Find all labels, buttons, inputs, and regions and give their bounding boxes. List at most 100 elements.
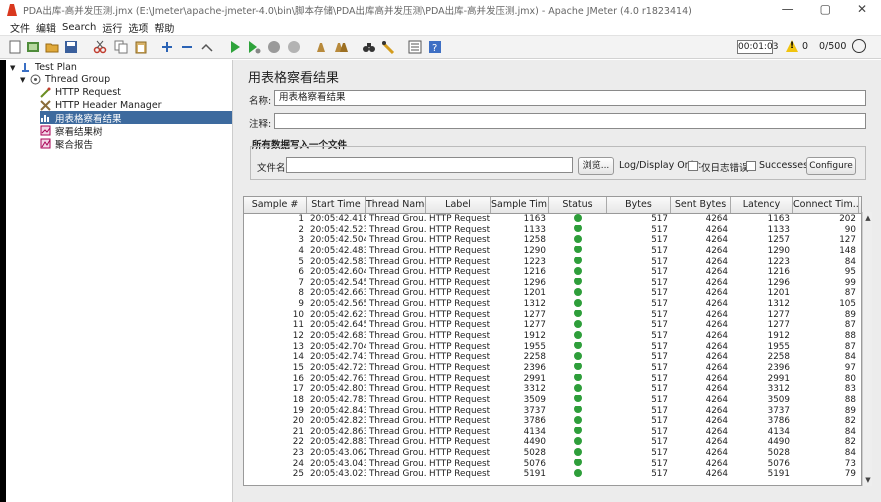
tree-item-aggregate-report[interactable]: 聚合报告 <box>40 137 93 151</box>
table-cell: 4264 <box>705 341 728 352</box>
table-row[interactable]: 8 20:05:42.663 Thread Grou... HTTP Request 1… <box>244 288 861 299</box>
successes-checkbox[interactable] <box>746 161 756 171</box>
table-row[interactable]: 16 20:05:42.763 Thread Grou... HTTP Request… <box>244 373 861 385</box>
menu-run[interactable]: 运行 <box>102 20 122 35</box>
start-icon[interactable] <box>228 40 242 54</box>
table-row[interactable]: 21 20:05:42.863 Thread Grou... HTTP Request… <box>244 426 861 438</box>
status-cell <box>549 416 607 427</box>
errors-only-checkbox[interactable] <box>688 161 698 171</box>
tree-item-thread-group[interactable]: ▼ Thread Group <box>20 73 110 86</box>
tree-item-table-results[interactable]: 用表格察看结果 <box>40 111 232 125</box>
comment-field[interactable] <box>274 113 866 129</box>
split-pane-divider[interactable] <box>232 60 240 502</box>
scroll-down-icon[interactable]: ▼ <box>864 476 872 484</box>
table-row[interactable]: 5 20:05:42.583 Thread Grou... HTTP Request 1… <box>244 256 861 268</box>
tree-toggle-icon[interactable]: ▼ <box>10 64 20 72</box>
tree-toggle-icon[interactable]: ▼ <box>20 76 30 84</box>
table-cell: 20:05:42.763 <box>310 373 366 384</box>
column-header[interactable]: Sample # <box>244 197 307 213</box>
table-scrollbar[interactable]: ▲ ▼ <box>862 212 872 486</box>
table-row[interactable]: 14 20:05:42.743 Thread Grou... HTTP Request… <box>244 352 861 363</box>
panel-title: 用表格察看结果 <box>248 71 340 86</box>
menu-file[interactable]: 文件 <box>10 20 30 35</box>
table-cell: 2991 <box>767 373 790 384</box>
column-header[interactable]: Sent Bytes <box>671 197 731 213</box>
clear-icon[interactable] <box>314 40 328 54</box>
table-row[interactable]: 25 20:05:43.023 Thread Grou... HTTP Request… <box>244 469 861 480</box>
table-cell: Thread Grou... <box>369 426 426 437</box>
table-row[interactable]: 1 20:05:42.418 Thread Grou... HTTP Request 1… <box>244 214 861 225</box>
toggle-icon[interactable] <box>200 40 214 54</box>
column-header[interactable]: Thread Name <box>366 197 426 213</box>
menu-help[interactable]: 帮助 <box>154 20 174 35</box>
table-row[interactable]: 7 20:05:42.545 Thread Grou... HTTP Request 1… <box>244 277 861 289</box>
table-row[interactable]: 10 20:05:42.623 Thread Grou... HTTP Request… <box>244 309 861 321</box>
status-cell <box>549 214 607 225</box>
table-cell: HTTP Request <box>429 277 491 288</box>
shutdown-icon[interactable] <box>287 40 301 54</box>
configure-button[interactable]: Configure <box>806 157 856 175</box>
table-row[interactable]: 24 20:05:43.043 Thread Grou... HTTP Request… <box>244 458 861 470</box>
copy-icon[interactable] <box>114 40 128 54</box>
table-cell: 517 <box>651 267 668 278</box>
column-header[interactable]: Label <box>426 197 491 213</box>
stop-icon[interactable] <box>267 40 281 54</box>
collapse-all-icon[interactable] <box>180 40 194 54</box>
tree-label: Thread Group <box>45 74 111 85</box>
tree-item-http-request[interactable]: HTTP Request <box>40 86 121 99</box>
start-no-pauses-icon[interactable] <box>247 40 261 54</box>
table-row[interactable]: 2 20:05:42.523 Thread Grou... HTTP Request 1… <box>244 224 861 236</box>
column-header[interactable]: Bytes <box>607 197 671 213</box>
templates-icon[interactable] <box>26 40 40 54</box>
minimize-button[interactable]: — <box>782 2 794 16</box>
save-icon[interactable] <box>64 40 78 54</box>
clear-all-icon[interactable] <box>334 40 348 54</box>
table-row[interactable]: 4 20:05:42.483 Thread Grou... HTTP Request 1… <box>244 245 861 257</box>
table-row[interactable]: 6 20:05:42.604 Thread Grou... HTTP Request 1… <box>244 267 861 278</box>
table-row[interactable]: 3 20:05:42.504 Thread Grou... HTTP Request 1… <box>244 235 861 246</box>
open-folder-icon[interactable] <box>45 40 59 54</box>
maximize-button[interactable]: ▢ <box>820 2 831 16</box>
table-cell: 517 <box>651 405 668 416</box>
column-header[interactable]: Sample Tim... <box>491 197 549 213</box>
help-icon[interactable]: ? <box>428 40 442 54</box>
table-cell: 1258 <box>523 235 546 246</box>
close-button[interactable]: ✕ <box>857 2 867 16</box>
column-header[interactable]: Latency <box>731 197 793 213</box>
browse-button[interactable]: 浏览... <box>578 157 614 175</box>
menu-options[interactable]: 选项 <box>128 20 148 35</box>
table-row[interactable]: 15 20:05:42.723 Thread Grou... HTTP Request… <box>244 362 861 374</box>
table-row[interactable]: 22 20:05:42.883 Thread Grou... HTTP Request… <box>244 437 861 448</box>
table-cell: HTTP Request <box>429 245 491 256</box>
warning-icon[interactable] <box>786 40 798 52</box>
filename-field[interactable] <box>286 157 573 173</box>
new-file-icon[interactable] <box>8 40 22 54</box>
column-header[interactable]: Start Time <box>307 197 366 213</box>
table-cell: 3786 <box>767 416 790 427</box>
menu-edit[interactable]: 编辑 <box>36 20 56 35</box>
table-row[interactable]: 13 20:05:42.704 Thread Grou... HTTP Request… <box>244 341 861 353</box>
success-check-icon <box>574 214 582 222</box>
expand-all-icon[interactable] <box>160 40 174 54</box>
table-row[interactable]: 23 20:05:43.062 Thread Grou... HTTP Request… <box>244 448 861 459</box>
table-row[interactable]: 19 20:05:42.843 Thread Grou... HTTP Request… <box>244 405 861 417</box>
remote-globe-icon[interactable] <box>852 39 866 53</box>
reset-search-icon[interactable] <box>381 40 395 54</box>
function-helper-icon[interactable] <box>408 40 422 54</box>
column-header[interactable]: Status <box>549 197 607 213</box>
search-binoculars-icon[interactable] <box>362 40 376 54</box>
paste-icon[interactable] <box>134 40 148 54</box>
table-row[interactable]: 17 20:05:42.803 Thread Grou... HTTP Request… <box>244 384 861 395</box>
table-row[interactable]: 11 20:05:42.645 Thread Grou... HTTP Request… <box>244 320 861 331</box>
column-header[interactable]: Connect Tim... <box>793 197 859 213</box>
table-row[interactable]: 12 20:05:42.683 Thread Grou... HTTP Request… <box>244 331 861 342</box>
name-field[interactable]: 用表格察看结果 <box>274 90 866 106</box>
menu-search[interactable]: Search <box>62 22 96 33</box>
table-cell: 20:05:42.783 <box>310 394 366 405</box>
table-row[interactable]: 20 20:05:42.823 Thread Grou... HTTP Request… <box>244 416 861 427</box>
tree-item-results-tree[interactable]: 察看结果树 <box>40 124 103 138</box>
cut-icon[interactable] <box>93 40 107 54</box>
table-row[interactable]: 18 20:05:42.783 Thread Grou... HTTP Request… <box>244 394 861 406</box>
table-row[interactable]: 9 20:05:42.565 Thread Grou... HTTP Request 1… <box>244 299 861 310</box>
scroll-up-icon[interactable]: ▲ <box>864 214 872 222</box>
